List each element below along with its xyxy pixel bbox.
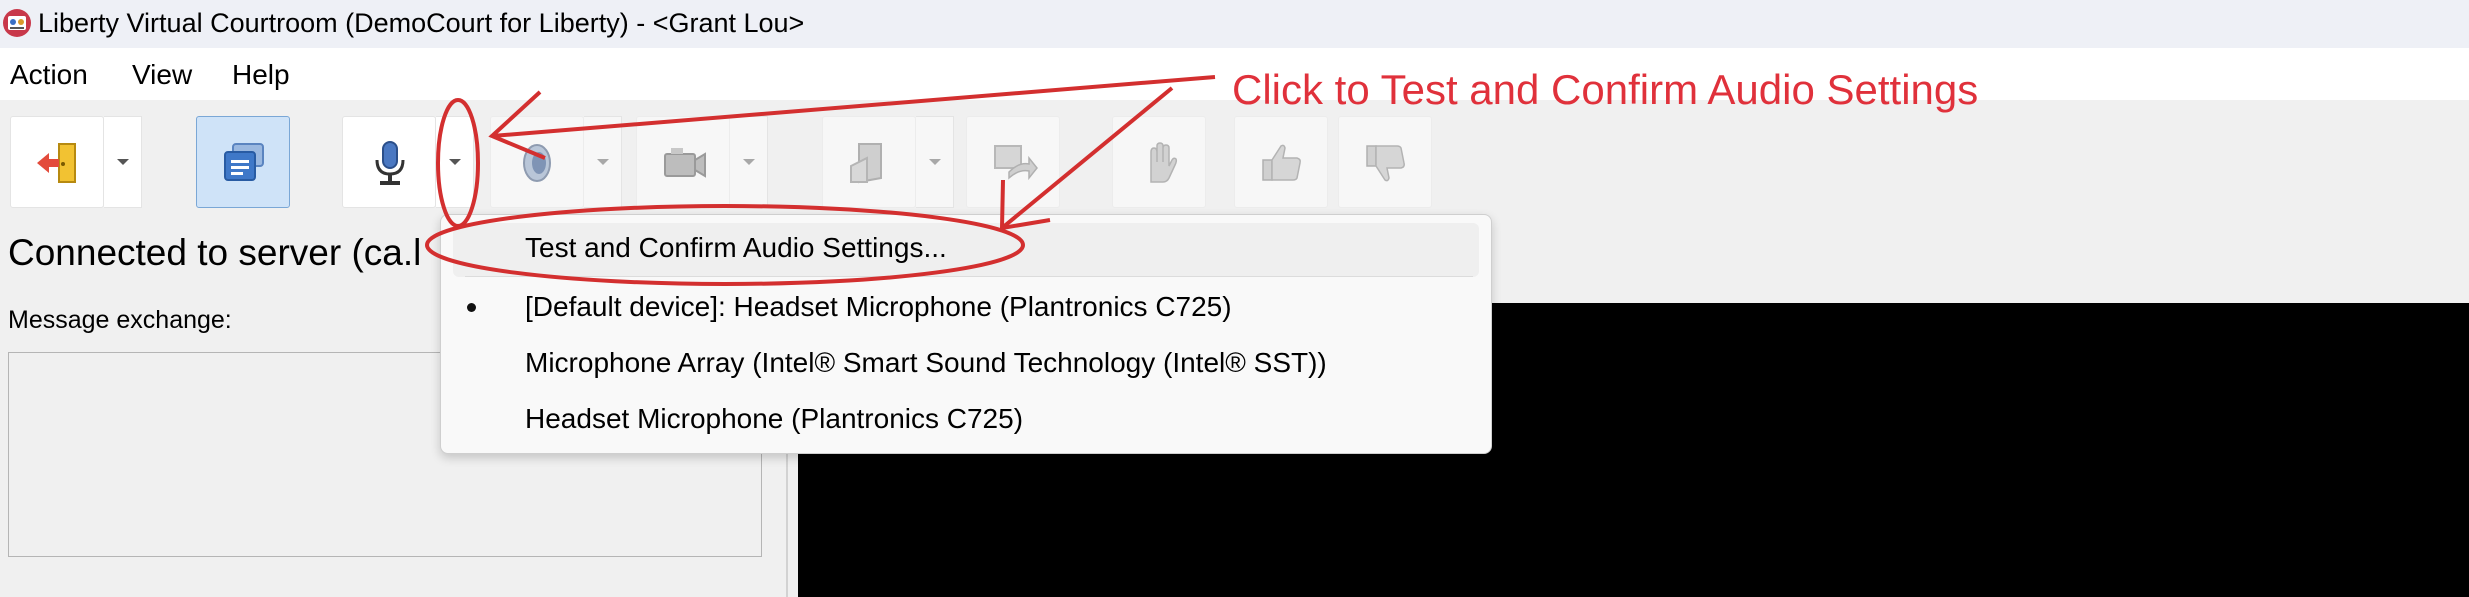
menu-view[interactable]: View (132, 58, 192, 92)
audio-device-menu: Test and Confirm Audio Settings... [Defa… (440, 214, 1492, 454)
document-share-icon (850, 143, 882, 184)
title-bar: Liberty Virtual Courtroom (DemoCourt for… (0, 0, 2469, 48)
exit-door-icon (37, 143, 76, 183)
speaker-button[interactable] (490, 116, 584, 208)
leave-court-dropdown[interactable] (104, 116, 142, 208)
chevron-down-icon (449, 159, 461, 165)
connection-status: Connected to server (ca.l (8, 232, 422, 273)
thumbs-up-icon (1262, 144, 1301, 181)
document-share-button[interactable] (822, 116, 916, 208)
message-exchange-label: Message exchange: (8, 306, 232, 334)
leave-court-button[interactable] (10, 116, 104, 208)
speaker-icon (523, 144, 551, 182)
thumbs-down-icon (1366, 145, 1405, 182)
forward-share-icon (994, 145, 1038, 181)
toolbar (0, 100, 2469, 220)
chevron-down-icon (597, 159, 609, 165)
camera-button[interactable] (636, 116, 730, 208)
menu-item-headset-microphone[interactable]: Headset Microphone (Plantronics C725) (525, 401, 1023, 437)
menu-separator (465, 276, 1473, 277)
microphone-icon (375, 141, 405, 185)
chat-messages-icon (224, 143, 264, 181)
window-title: Liberty Virtual Courtroom (DemoCourt for… (38, 8, 805, 38)
chevron-down-icon (117, 159, 129, 165)
raise-hand-icon (1150, 142, 1178, 183)
annotation-text: Click to Test and Confirm Audio Settings (1232, 66, 1979, 113)
forward-share-button[interactable] (966, 116, 1060, 208)
menu-help[interactable]: Help (232, 58, 290, 92)
raise-hand-button[interactable] (1112, 116, 1206, 208)
microphone-dropdown[interactable] (436, 116, 474, 208)
video-camera-icon (664, 148, 706, 178)
menu-item-test-audio-settings[interactable]: Test and Confirm Audio Settings... (525, 230, 947, 266)
selected-bullet-icon (467, 303, 476, 312)
courtroom-app-icon (0, 6, 34, 40)
thumbs-up-button[interactable] (1234, 116, 1328, 208)
menu-action[interactable]: Action (10, 58, 88, 92)
message-exchange-button[interactable] (196, 116, 290, 208)
camera-dropdown[interactable] (730, 116, 768, 208)
menu-item-default-headset-microphone[interactable]: [Default device]: Headset Microphone (Pl… (525, 289, 1232, 325)
speaker-dropdown[interactable] (584, 116, 622, 208)
menu-item-microphone-array[interactable]: Microphone Array (Intel® Smart Sound Tec… (525, 345, 1327, 381)
thumbs-down-button[interactable] (1338, 116, 1432, 208)
document-share-dropdown[interactable] (916, 116, 954, 208)
chevron-down-icon (743, 159, 755, 165)
chevron-down-icon (929, 159, 941, 165)
microphone-button[interactable] (342, 116, 436, 208)
